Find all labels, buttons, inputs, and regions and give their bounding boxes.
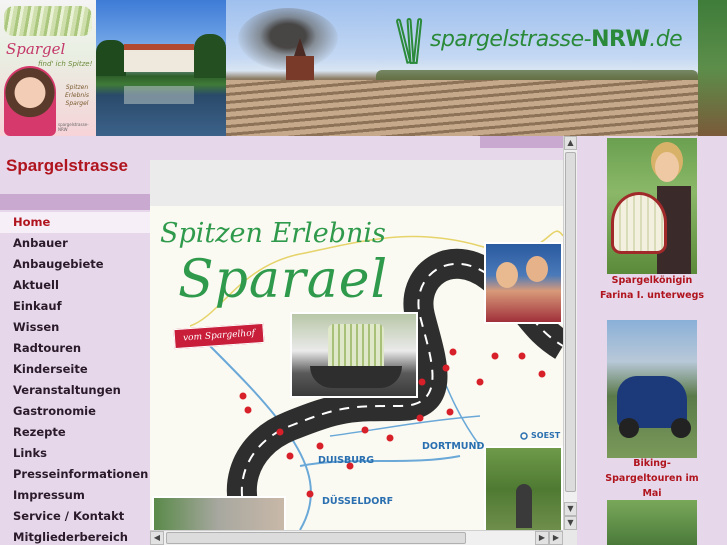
- asparagus-field-photo: spargelstrasse-NRW.de: [226, 0, 698, 136]
- church-graphic: [286, 38, 314, 80]
- map-title-line2: Sparael: [178, 250, 389, 310]
- scroll-right-icon[interactable]: ▶: [535, 531, 549, 545]
- nav-item-radtouren[interactable]: Radtouren: [0, 338, 150, 359]
- nav-item-veranstaltungen[interactable]: Veranstaltungen: [0, 380, 150, 401]
- promo-title: Spargel: [6, 40, 66, 58]
- nav-item-service-kontakt[interactable]: Service / Kontakt: [0, 506, 150, 527]
- nav-item-aktuell[interactable]: Aktuell: [0, 275, 150, 296]
- nav-item-kinderseite[interactable]: Kinderseite: [0, 359, 150, 380]
- promo-tagline: find' ich Spitze!: [38, 60, 93, 68]
- city-label-soest: SOEST: [531, 431, 561, 440]
- promo-logo: spargelstrasse-NRW: [58, 122, 89, 132]
- scroll-down-icon[interactable]: ▼: [564, 502, 577, 516]
- right-sidebar: Spargelkönigin Farina I. unterwegs Bikin…: [577, 136, 727, 545]
- nav-item-impressum[interactable]: Impressum: [0, 485, 150, 506]
- vertical-scroll-thumb[interactable]: [565, 152, 576, 492]
- promo-image[interactable]: Spargel find' ich Spitze! Spitzen Erlebn…: [0, 0, 96, 136]
- brand-logo[interactable]: spargelstrasse-NRW.de: [395, 14, 683, 65]
- content-frame: Spitzen Erlebnis Sparael vom Spargelhof …: [150, 136, 577, 545]
- farm-photo: [152, 496, 286, 530]
- manor-house-photo: [96, 0, 226, 136]
- nav-item-anbaugebiete[interactable]: Anbaugebiete: [0, 254, 150, 275]
- scroll-up-icon[interactable]: ▲: [564, 136, 577, 150]
- asparagus-logo-icon: [395, 14, 428, 65]
- asparagus-queen-photo[interactable]: [607, 138, 697, 274]
- header-banner: Spargel find' ich Spitze! Spitzen Erlebn…: [0, 0, 727, 136]
- scroll-left-icon[interactable]: ◀: [150, 531, 164, 545]
- page-root: Spargel find' ich Spitze! Spitzen Erlebn…: [0, 0, 727, 545]
- left-sidebar: Spargelstrasse Home Anbauer Anbaugebiete…: [0, 136, 150, 545]
- content-header-band: [150, 160, 563, 206]
- brand-name: spargelstrasse-NRW.de: [430, 26, 683, 52]
- nav-item-wissen[interactable]: Wissen: [0, 317, 150, 338]
- main-navigation: Home Anbauer Anbaugebiete Aktuell Einkau…: [0, 212, 150, 545]
- city-label-duisburg: DUISBURG: [318, 455, 375, 466]
- biker-photo[interactable]: [607, 320, 697, 458]
- scroll-right-icon-2[interactable]: ▶: [549, 531, 563, 545]
- map-title-line1: Spitzen Erlebnis: [160, 218, 386, 249]
- nav-item-presseinformationen[interactable]: Presseinformationen: [0, 464, 150, 485]
- promo-model-photo: [4, 66, 56, 136]
- nav-item-einkauf[interactable]: Einkauf: [0, 296, 150, 317]
- nav-item-links[interactable]: Links: [0, 443, 150, 464]
- city-label-duesseldorf: DÜSSELDORF: [322, 496, 394, 507]
- horizontal-scrollbar[interactable]: ◀ ▶ ▶: [150, 530, 563, 545]
- site-title: Spargelstrasse: [6, 156, 128, 175]
- content-body: Spitzen Erlebnis Sparael vom Spargelhof …: [150, 206, 563, 530]
- asparagus-bowl-photo: [290, 312, 418, 398]
- nav-item-home[interactable]: Home: [0, 212, 150, 233]
- asparagus-graphic: [4, 6, 92, 36]
- asparagus-queen-link[interactable]: Spargelkönigin Farina I. unterwegs: [597, 273, 707, 303]
- visitors-photo: [484, 242, 563, 324]
- nav-item-mitgliederbereich[interactable]: Mitgliederbereich: [0, 527, 150, 545]
- vertical-scrollbar[interactable]: ▲ ▼ ▼: [563, 136, 577, 530]
- content-top-strip: [480, 136, 564, 148]
- garden-photo: [484, 446, 563, 530]
- sidebar-photo-bottom[interactable]: [607, 500, 697, 545]
- nav-item-anbauer[interactable]: Anbauer: [0, 233, 150, 254]
- header-edge-photo: [698, 0, 727, 136]
- scroll-down-icon-2[interactable]: ▼: [564, 516, 577, 530]
- nav-item-gastronomie[interactable]: Gastronomie: [0, 401, 150, 422]
- nav-top-bar: [0, 194, 150, 210]
- biking-tours-link[interactable]: Biking-Spargeltouren im Mai: [597, 456, 707, 501]
- nav-item-rezepte[interactable]: Rezepte: [0, 422, 150, 443]
- city-label-dortmund: DORTMUND: [422, 441, 485, 452]
- promo-subtitle: Spitzen Erlebnis Spargel: [64, 84, 90, 107]
- route-map[interactable]: Spitzen Erlebnis Sparael vom Spargelhof …: [150, 206, 563, 530]
- horizontal-scroll-thumb[interactable]: [166, 532, 466, 544]
- scrollbar-corner: [563, 530, 577, 545]
